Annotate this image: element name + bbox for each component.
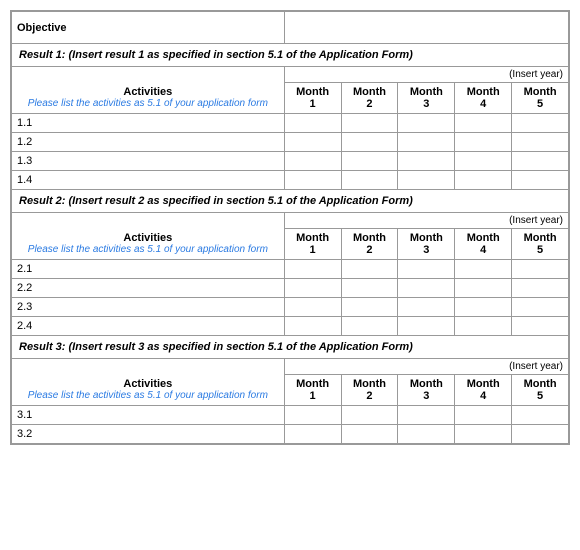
result-3-header-row: Activities Please list the activities as…: [12, 375, 569, 406]
result-3-row: Result 3: (Insert result 3 as specified …: [12, 336, 569, 359]
result-3-month-1: Month 1: [284, 375, 341, 406]
result-1-activities-subtext: Please list the activities as 5.1 of you…: [17, 98, 279, 109]
result-1-month-1: Month 1: [284, 83, 341, 114]
result-1-header-row: Activities Please list the activities as…: [12, 83, 569, 114]
objective-value: [284, 12, 568, 44]
result-2-insert-year: (Insert year): [284, 213, 568, 229]
result-2-activities-header: Activities: [17, 232, 279, 244]
result-1-item-1: 1.1: [12, 114, 285, 133]
result-1-insert-year: (Insert year): [284, 67, 568, 83]
result-2-row: Result 2: (Insert result 2 as specified …: [12, 190, 569, 213]
result-2-row-2: 2.2: [12, 279, 569, 298]
objective-row: Objective: [12, 12, 569, 44]
result-1-row-3: 1.3: [12, 152, 569, 171]
result-2-item-2: 2.2: [12, 279, 285, 298]
result-2-activities-subtext: Please list the activities as 5.1 of you…: [17, 244, 279, 255]
result-1-month-2: Month 2: [341, 83, 398, 114]
result-1-item-1-m3: [398, 114, 455, 133]
result-1-item-1-m5: [512, 114, 569, 133]
result-1-row: Result 1: (Insert result 1 as specified …: [12, 44, 569, 67]
result-1-item-1-m1: [284, 114, 341, 133]
result-1-month-5: Month 5: [512, 83, 569, 114]
result-2-row-4: 2.4: [12, 317, 569, 336]
result-2-item-1: 2.1: [12, 260, 285, 279]
result-1-label: Result 1: (Insert result 1 as specified …: [12, 44, 569, 67]
result-2-row-3: 2.3: [12, 298, 569, 317]
result-3-activities-cell: Activities Please list the activities as…: [12, 375, 285, 406]
result-2-activities-cell: Activities Please list the activities as…: [12, 229, 285, 260]
result-3-month-3: Month 3: [398, 375, 455, 406]
result-1-item-1-m2: [341, 114, 398, 133]
page-wrapper: Objective Result 1: (Insert result 1 as …: [10, 10, 570, 445]
objective-label: Objective: [12, 12, 285, 44]
result-3-insert-year-row: (Insert year): [12, 359, 569, 375]
result-3-month-4: Month 4: [455, 375, 512, 406]
main-table: Objective Result 1: (Insert result 1 as …: [11, 11, 569, 444]
result-3-month-5: Month 5: [512, 375, 569, 406]
result-2-month-2: Month 2: [341, 229, 398, 260]
result-1-item-1-m4: [455, 114, 512, 133]
result-1-month-3: Month 3: [398, 83, 455, 114]
result-2-month-1: Month 1: [284, 229, 341, 260]
result-1-activities-spacer: [12, 67, 285, 83]
result-3-label: Result 3: (Insert result 3 as specified …: [12, 336, 569, 359]
result-1-row-1: 1.1: [12, 114, 569, 133]
result-2-item-3: 2.3: [12, 298, 285, 317]
result-2-insert-year-row: (Insert year): [12, 213, 569, 229]
result-3-insert-year: (Insert year): [284, 359, 568, 375]
result-3-row-2: 3.2: [12, 425, 569, 444]
result-2-item-4: 2.4: [12, 317, 285, 336]
result-1-activities-cell: Activities Please list the activities as…: [12, 83, 285, 114]
result-3-activities-subtext: Please list the activities as 5.1 of you…: [17, 390, 279, 401]
result-3-month-2: Month 2: [341, 375, 398, 406]
result-1-row-2: 1.2: [12, 133, 569, 152]
result-2-month-4: Month 4: [455, 229, 512, 260]
result-3-item-2: 3.2: [12, 425, 285, 444]
result-2-label: Result 2: (Insert result 2 as specified …: [12, 190, 569, 213]
result-3-row-1: 3.1: [12, 406, 569, 425]
result-1-month-4: Month 4: [455, 83, 512, 114]
result-1-item-3: 1.3: [12, 152, 285, 171]
result-1-insert-year-row: (Insert year): [12, 67, 569, 83]
result-1-item-2: 1.2: [12, 133, 285, 152]
result-1-row-4: 1.4: [12, 171, 569, 190]
result-3-activities-header: Activities: [17, 378, 279, 390]
result-3-item-1: 3.1: [12, 406, 285, 425]
result-2-header-row: Activities Please list the activities as…: [12, 229, 569, 260]
result-2-month-3: Month 3: [398, 229, 455, 260]
result-1-activities-header: Activities: [17, 86, 279, 98]
result-1-item-4: 1.4: [12, 171, 285, 190]
result-2-month-5: Month 5: [512, 229, 569, 260]
result-2-row-1: 2.1: [12, 260, 569, 279]
